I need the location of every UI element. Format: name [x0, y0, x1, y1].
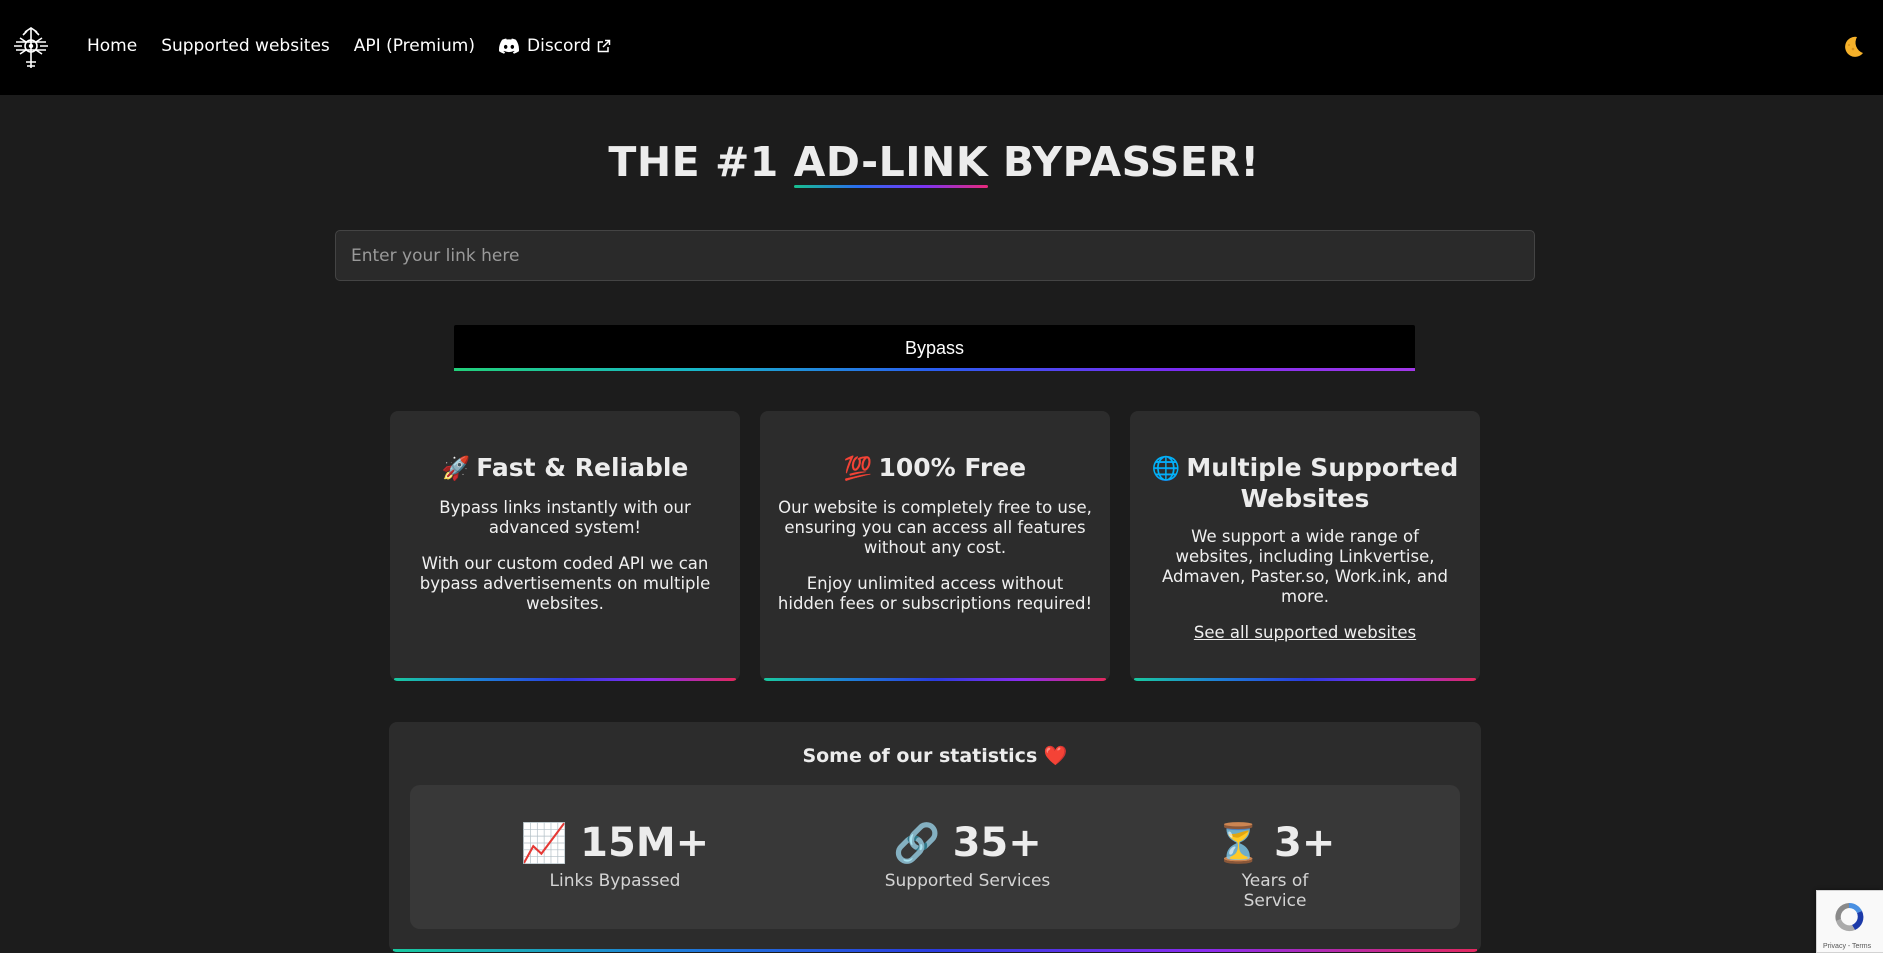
card-title-text: Fast & Reliable	[476, 453, 689, 482]
stat-label: Years of Service	[1241, 871, 1309, 911]
logo-icon[interactable]	[12, 26, 50, 70]
card-text: Enjoy unlimited access without hidden fe…	[777, 574, 1093, 613]
statistics-title: Some of our statistics ❤️	[389, 744, 1481, 767]
stat-label: Links Bypassed	[549, 871, 681, 891]
moon-icon	[1845, 36, 1863, 57]
hourglass-icon: ⏳	[1214, 821, 1262, 865]
bypass-button[interactable]: Bypass	[454, 325, 1415, 371]
title-highlight: AD-LINK	[793, 138, 989, 188]
external-link-icon	[597, 39, 611, 53]
globe-icon: 🌐	[1151, 456, 1181, 482]
stat-value: 15M+	[580, 820, 710, 866]
feature-card-free: 💯 100% Free Our website is completely fre…	[760, 411, 1110, 681]
card-title-text: Multiple Supported Websites	[1186, 453, 1459, 513]
hundred-points-icon: 💯	[843, 456, 873, 482]
card-title: 🌐 Multiple Supported Websites	[1146, 453, 1464, 513]
card-text: With our custom coded API we can bypass …	[419, 554, 711, 613]
card-title: 🚀 Fast & Reliable	[406, 453, 724, 484]
nav-api-link[interactable]: API (Premium)	[354, 34, 475, 58]
rocket-icon: 🚀	[441, 456, 471, 482]
chart-increasing-icon: 📈	[520, 821, 569, 865]
nav-home-link[interactable]: Home	[87, 34, 137, 58]
nav-discord-link[interactable]: Discord	[499, 34, 611, 58]
see-all-supported-websites-link[interactable]: See all supported websites	[1194, 623, 1416, 642]
stat-label: Supported Services	[884, 871, 1051, 891]
heart-icon: ❤️	[1043, 745, 1068, 767]
stat-supported-services: 🔗 35+ Supported Services	[880, 821, 1055, 891]
statistics-section: Some of our statistics ❤️ 📈 15M+ Links B…	[389, 722, 1481, 952]
stat-links-bypassed: 📈 15M+ Links Bypassed	[521, 821, 709, 891]
title-prefix: THE #1	[608, 138, 794, 186]
navbar: Home Supported websites API (Premium) Di…	[0, 0, 1883, 95]
nav-links: Home Supported websites API (Premium) Di…	[87, 34, 635, 58]
discord-label: Discord	[527, 36, 591, 56]
stat-value: 35+	[952, 820, 1042, 866]
card-title: 💯 100% Free	[776, 453, 1094, 484]
link-input[interactable]	[335, 230, 1535, 281]
stat-years-of-service: ⏳ 3+ Years of Service	[1210, 821, 1340, 911]
recaptcha-badge[interactable]: Privacy - Terms	[1816, 890, 1883, 953]
card-text: Our website is completely free to use, e…	[778, 498, 1092, 557]
nav-supported-websites-link[interactable]: Supported websites	[161, 34, 330, 58]
statistics-title-text: Some of our statistics	[802, 745, 1038, 767]
theme-toggle-button[interactable]	[1839, 33, 1867, 61]
card-text: We support a wide range of websites, inc…	[1162, 527, 1448, 606]
card-text: Bypass links instantly with our advanced…	[439, 498, 691, 537]
recaptcha-footer: Privacy - Terms	[1823, 943, 1872, 950]
discord-icon	[499, 38, 519, 54]
feature-card-websites: 🌐 Multiple Supported Websites We support …	[1130, 411, 1480, 681]
title-suffix: BYPASSER!	[988, 138, 1260, 186]
card-title-text: 100% Free	[878, 453, 1027, 482]
stat-value: 3+	[1273, 820, 1336, 866]
recaptcha-icon	[1835, 902, 1864, 932]
link-icon: 🔗	[893, 821, 941, 865]
feature-card-fast: 🚀 Fast & Reliable Bypass links instantly …	[390, 411, 740, 681]
page-title: THE #1 AD-LINK BYPASSER!	[0, 137, 1868, 188]
statistics-panel: 📈 15M+ Links Bypassed 🔗 35+ Supported Se…	[410, 785, 1460, 929]
